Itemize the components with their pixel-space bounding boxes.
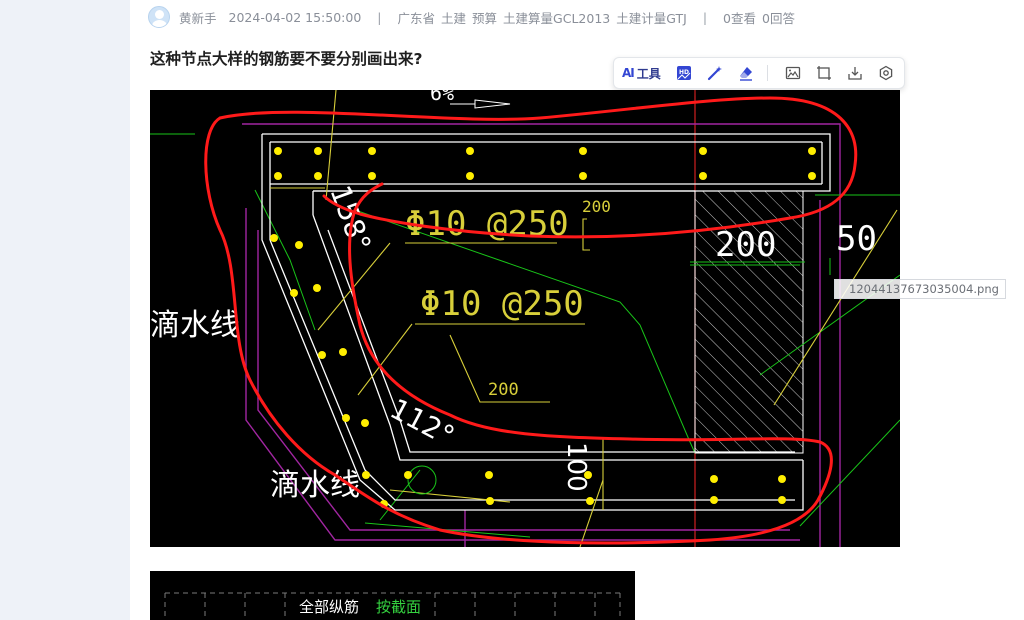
view-count: 0查看	[723, 10, 756, 26]
eraser-button[interactable]	[734, 61, 758, 85]
answer-count: 0回答	[762, 10, 795, 26]
tag-item[interactable]: 预算	[472, 8, 497, 27]
ai-tools-label: 工具	[636, 66, 661, 81]
hd-image-icon: HD	[676, 66, 691, 80]
eraser-icon	[739, 67, 752, 81]
hd-enhance-button[interactable]: HD	[672, 61, 696, 85]
dimension-text: 200	[488, 380, 519, 400]
download-icon	[848, 67, 862, 80]
post-location: 广东省	[397, 10, 436, 26]
crop-icon	[816, 66, 831, 80]
dimension-text: 100	[561, 442, 591, 492]
dimension-text: 50	[836, 219, 877, 259]
meta-separator: |	[377, 9, 382, 25]
download-button[interactable]	[843, 61, 867, 85]
tag-item[interactable]: 土建	[441, 8, 466, 27]
rebar-label: Φ10 @250	[420, 284, 584, 324]
image-edit-button[interactable]	[781, 61, 805, 85]
all-longitudinal-rebar-label: 全部纵筋	[299, 598, 360, 616]
cad-drawing-image[interactable]: Φ10 @250 Φ10 @250 200 200 200 50 6% 158°…	[150, 90, 900, 547]
second-image[interactable]: 全部纵筋 按截面	[150, 571, 635, 620]
drip-line-text: 滴水线	[270, 468, 360, 503]
image-toolbar: AI 工具 HD	[613, 57, 905, 89]
by-section-label: 按截面	[376, 598, 422, 616]
magic-wand-icon	[707, 66, 722, 81]
question-title: 这种节点大样的钢筋要不要分别画出来?	[150, 50, 423, 68]
toolbar-divider	[766, 65, 768, 81]
avatar[interactable]	[148, 6, 170, 28]
dimension-text: 200	[715, 225, 776, 265]
rebar-label: Φ10 @250	[405, 204, 569, 244]
magic-wand-button[interactable]	[703, 61, 727, 85]
image-edit-icon	[785, 66, 800, 80]
crop-button[interactable]	[812, 61, 836, 85]
settings-icon	[879, 65, 893, 81]
dimension-text: 200	[582, 197, 611, 216]
author-name[interactable]: 黄新手	[179, 8, 217, 27]
ai-icon: AI	[622, 66, 635, 80]
settings-button[interactable]	[874, 61, 898, 85]
image-filename-tooltip: 12044137673035004.png	[834, 279, 1006, 299]
cad-drawing: Φ10 @250 Φ10 @250 200 200 200 50 6% 158°…	[150, 90, 900, 547]
tag-item[interactable]: 土建算量GCL2013	[503, 8, 610, 27]
tag-item[interactable]: 土建计量GTJ	[616, 8, 687, 27]
slope-text: 6%	[430, 90, 454, 105]
ai-tools-button[interactable]: AI 工具	[622, 61, 661, 85]
post-meta: 黄新手 2024-04-02 15:50:00 | 广东省 土建 预算 土建算量…	[148, 6, 795, 28]
meta-separator: |	[702, 9, 708, 25]
drip-line-text: 滴水线	[150, 308, 240, 343]
post-datetime: 2024-04-02 15:50:00	[228, 9, 362, 25]
